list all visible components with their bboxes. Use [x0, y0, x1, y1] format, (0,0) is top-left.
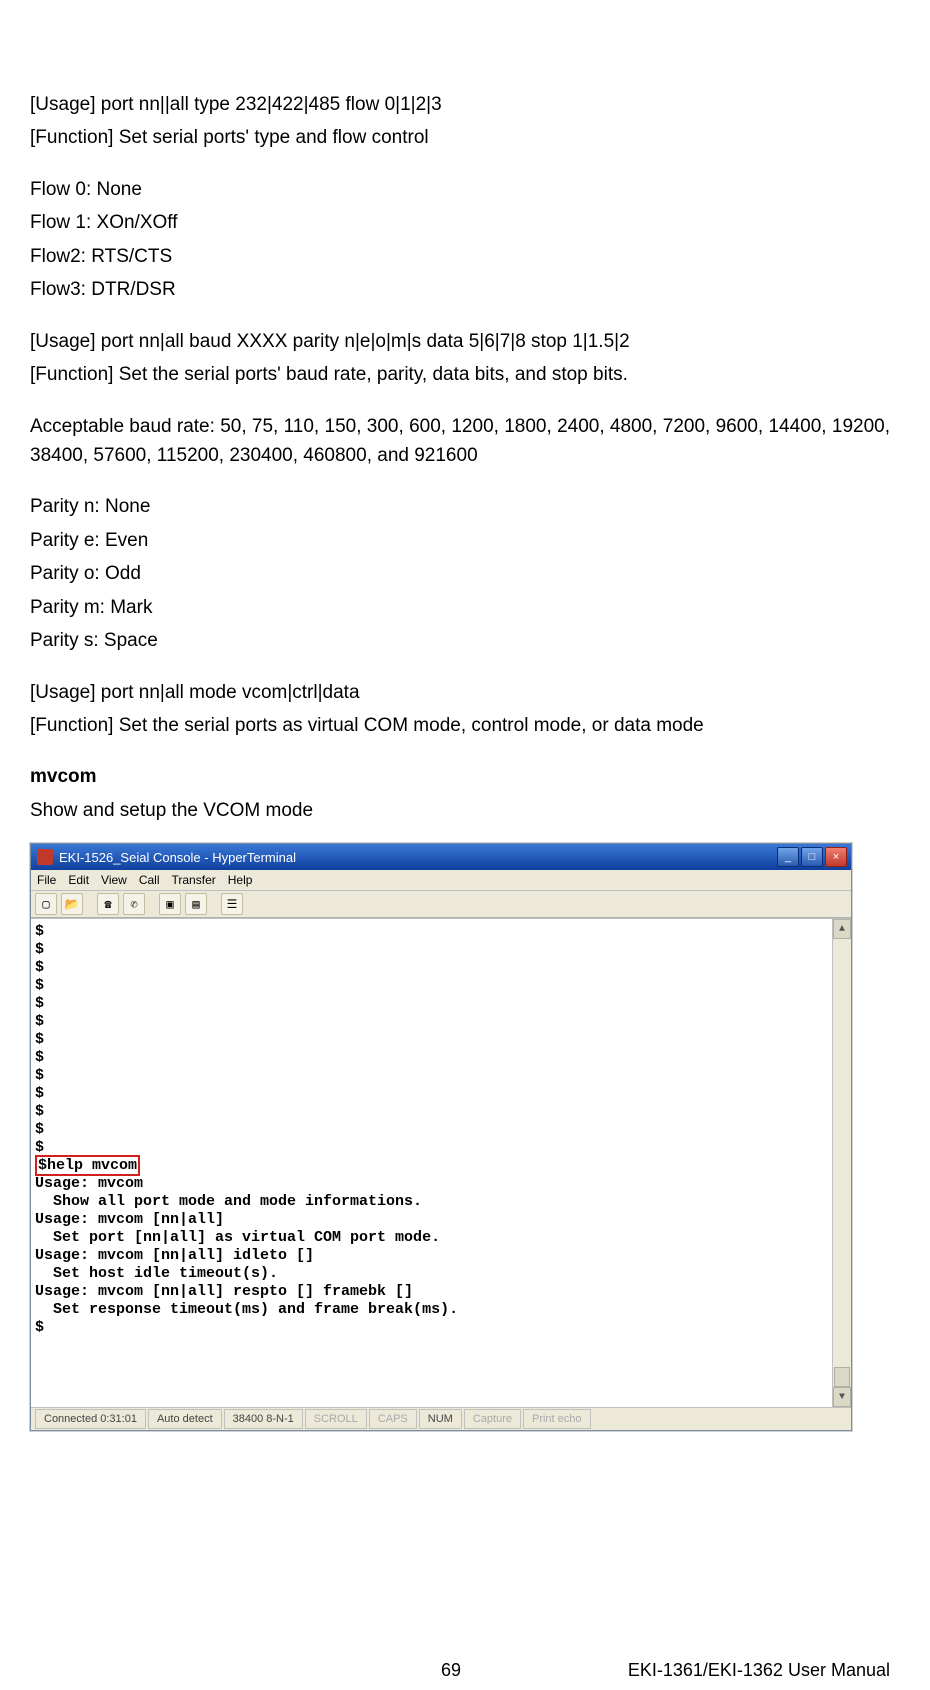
status-printecho: Print echo	[523, 1409, 591, 1429]
window-titlebar[interactable]: EKI-1526_Seial Console - HyperTerminal _…	[31, 844, 851, 870]
parity-s: Parity s: Space	[30, 626, 890, 655]
terminal-output[interactable]: $ $ $ $ $ $ $ $ $ $ $ $ $ $help mvcom Us…	[31, 918, 851, 1408]
close-button[interactable]: ×	[825, 847, 847, 867]
status-connected: Connected 0:31:01	[35, 1409, 146, 1429]
disconnect-icon[interactable]: ✆	[123, 893, 145, 915]
usage-line: [Usage] port nn|all baud XXXX parity n|e…	[30, 327, 890, 356]
menu-view[interactable]: View	[101, 873, 127, 887]
open-icon[interactable]: 📂	[61, 893, 83, 915]
flow-2: Flow2: RTS/CTS	[30, 242, 890, 271]
menu-bar: File Edit View Call Transfer Help	[31, 870, 851, 891]
scrollbar[interactable]: ▲ ▼	[832, 919, 851, 1407]
minimize-button[interactable]: _	[777, 847, 799, 867]
menu-help[interactable]: Help	[228, 873, 253, 887]
document-page: [Usage] port nn||all type 232|422|485 fl…	[0, 0, 930, 1690]
window-title: EKI-1526_Seial Console - HyperTerminal	[59, 850, 296, 865]
parity-e: Parity e: Even	[30, 526, 890, 555]
command-description: Show and setup the VCOM mode	[30, 796, 890, 825]
usage-line: [Usage] port nn||all type 232|422|485 fl…	[30, 90, 890, 119]
status-settings: 38400 8-N-1	[224, 1409, 303, 1429]
function-line: [Function] Set the serial ports' baud ra…	[30, 360, 890, 389]
function-line: [Function] Set serial ports' type and fl…	[30, 123, 890, 152]
new-icon[interactable]: ▢	[35, 893, 57, 915]
scroll-thumb[interactable]	[834, 1367, 850, 1387]
scroll-up-icon[interactable]: ▲	[833, 919, 851, 939]
receive-icon[interactable]: ▤	[185, 893, 207, 915]
status-bar: Connected 0:31:01 Auto detect 38400 8-N-…	[31, 1408, 851, 1430]
flow-1: Flow 1: XOn/XOff	[30, 208, 890, 237]
parity-o: Parity o: Odd	[30, 559, 890, 588]
menu-call[interactable]: Call	[139, 873, 160, 887]
command-heading: mvcom	[30, 762, 890, 791]
scroll-down-icon[interactable]: ▼	[833, 1387, 851, 1407]
send-icon[interactable]: ▣	[159, 893, 181, 915]
menu-file[interactable]: File	[37, 873, 56, 887]
highlighted-command: $help mvcom	[35, 1155, 140, 1176]
body-text: [Usage] port nn||all type 232|422|485 fl…	[30, 90, 890, 825]
menu-transfer[interactable]: Transfer	[172, 873, 216, 887]
prompt-lines: $ $ $ $ $ $ $ $ $ $ $ $ $	[35, 923, 847, 1157]
hyperterminal-window: EKI-1526_Seial Console - HyperTerminal _…	[30, 843, 852, 1431]
toolbar: ▢ 📂 ☎ ✆ ▣ ▤ ☰	[31, 891, 851, 918]
usage-line: [Usage] port nn|all mode vcom|ctrl|data	[30, 678, 890, 707]
status-caps: CAPS	[369, 1409, 417, 1429]
parity-n: Parity n: None	[30, 492, 890, 521]
document-title: EKI-1361/EKI-1362 User Manual	[628, 1660, 890, 1681]
flow-0: Flow 0: None	[30, 175, 890, 204]
parity-m: Parity m: Mark	[30, 593, 890, 622]
properties-icon[interactable]: ☰	[221, 893, 243, 915]
help-output: Usage: mvcom Show all port mode and mode…	[35, 1175, 847, 1337]
status-autodetect: Auto detect	[148, 1409, 222, 1429]
page-number: 69	[441, 1660, 461, 1681]
maximize-button[interactable]: □	[801, 847, 823, 867]
function-line: [Function] Set the serial ports as virtu…	[30, 711, 890, 740]
status-capture: Capture	[464, 1409, 521, 1429]
connect-icon[interactable]: ☎	[97, 893, 119, 915]
baud-rates: Acceptable baud rate: 50, 75, 110, 150, …	[30, 412, 890, 471]
status-scroll: SCROLL	[305, 1409, 367, 1429]
menu-edit[interactable]: Edit	[68, 873, 89, 887]
status-num: NUM	[419, 1409, 462, 1429]
flow-3: Flow3: DTR/DSR	[30, 275, 890, 304]
app-icon	[37, 849, 53, 865]
